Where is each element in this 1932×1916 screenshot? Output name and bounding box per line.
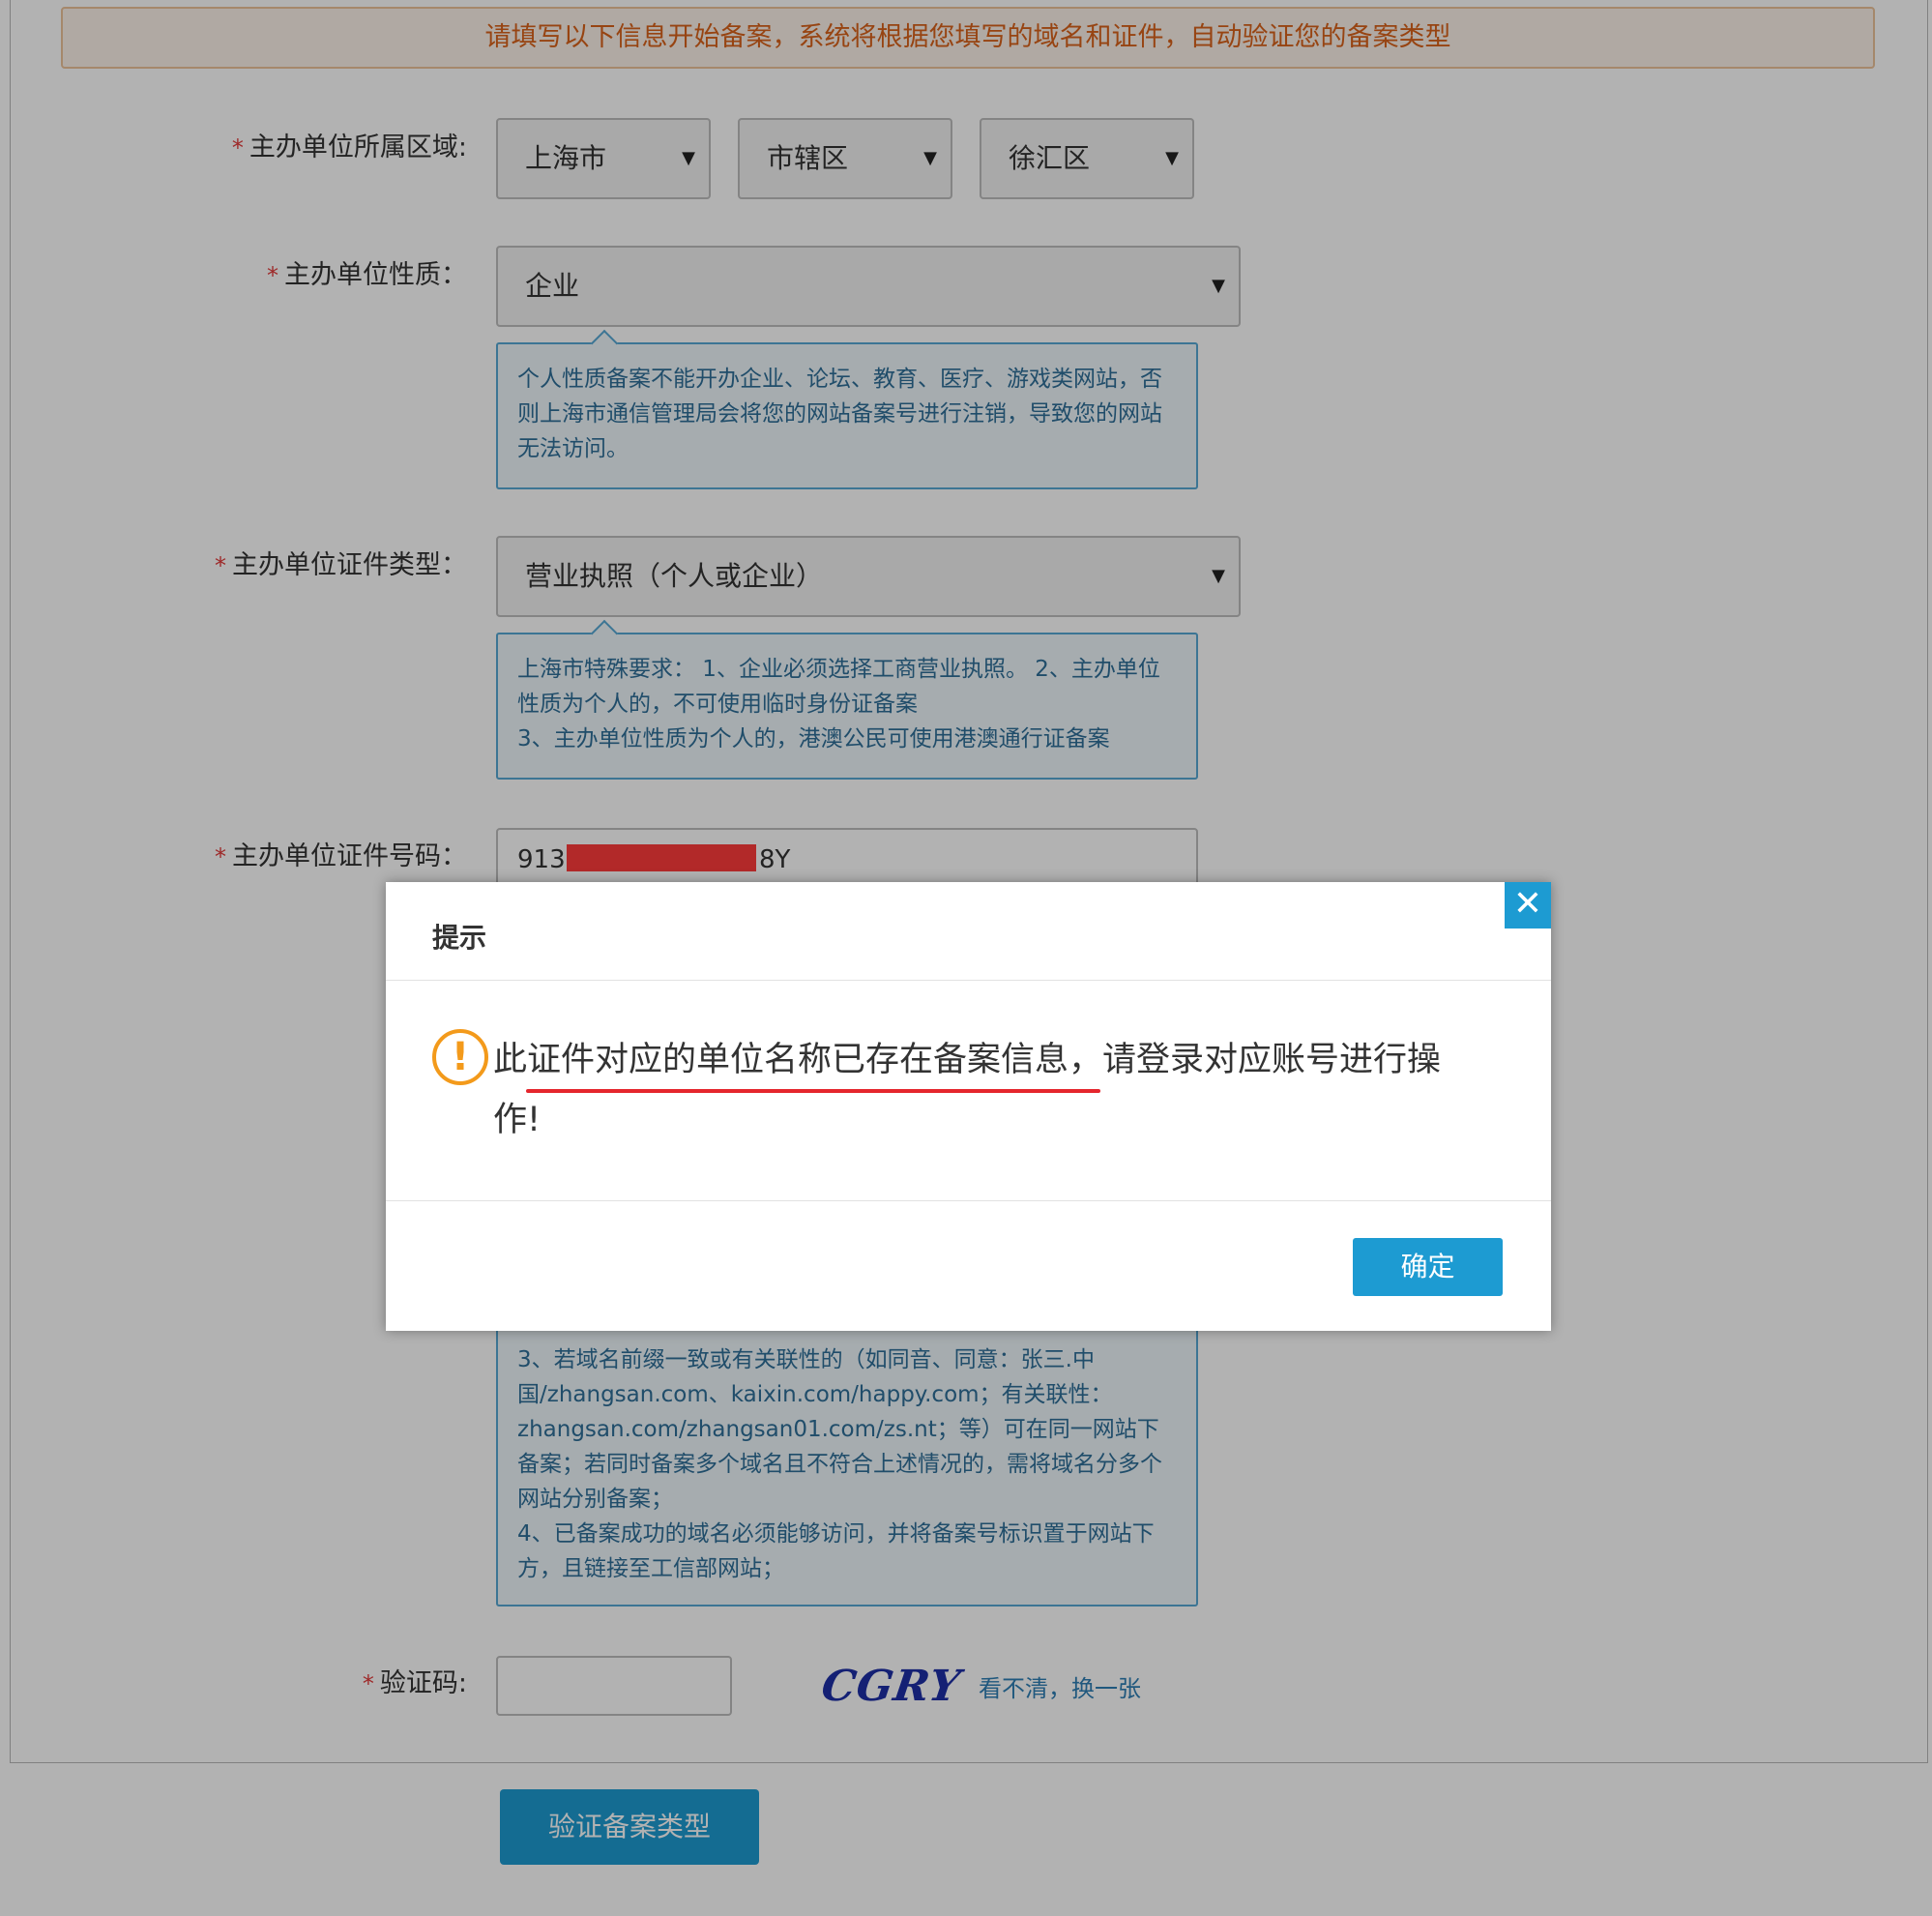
divider [386, 980, 1551, 981]
divider [386, 1200, 1551, 1201]
dialog-title: 提示 [432, 922, 487, 954]
warning-icon: ! [432, 1029, 488, 1085]
confirm-button[interactable]: 确定 [1353, 1238, 1503, 1296]
close-icon[interactable]: ✕ [1505, 882, 1551, 929]
highlight-underline [526, 1089, 1100, 1093]
alert-dialog: 提示 ✕ ! 此证件对应的单位名称已存在备案信息，请登录对应账号进行操作! 确定 [386, 882, 1551, 1331]
